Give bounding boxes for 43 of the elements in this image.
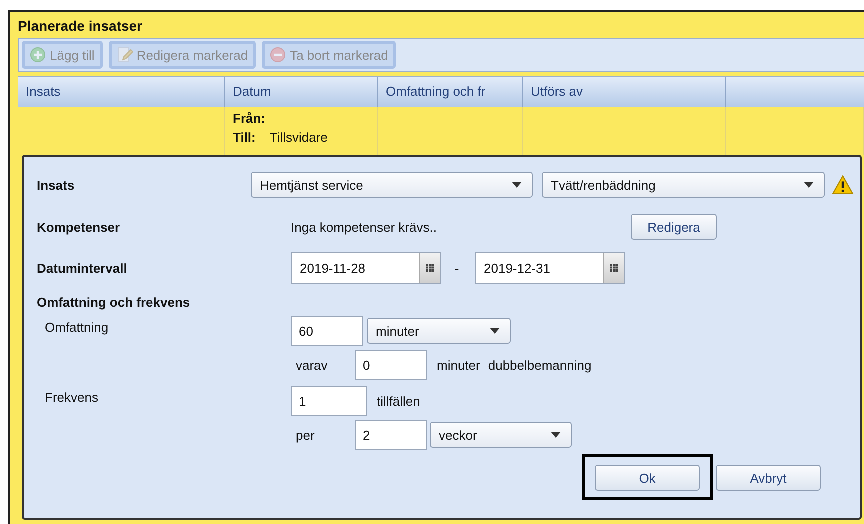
field-label: Insats xyxy=(37,178,76,192)
unit-label: minuter xyxy=(437,358,480,372)
column-header[interactable]: Insats xyxy=(18,77,225,107)
input-field[interactable]: 0 xyxy=(355,350,427,380)
field-label: Datumintervall xyxy=(37,260,128,276)
cancel-button[interactable]: Avbryt xyxy=(716,465,821,491)
caret-icon xyxy=(804,182,814,188)
column-header[interactable]: Datum xyxy=(225,77,378,107)
date-field[interactable]: 2019-12-31 xyxy=(475,252,625,284)
field-label: Kompetenser xyxy=(37,220,122,234)
edit-button[interactable]: Redigera xyxy=(631,214,717,240)
field-label: Omfattning xyxy=(44,319,110,335)
plus-icon xyxy=(30,47,46,63)
caret-icon xyxy=(490,328,500,334)
input-field[interactable]: 2 xyxy=(355,420,427,450)
input-field[interactable]: 60 xyxy=(291,316,363,346)
field-label: per xyxy=(296,428,316,442)
panel-title: Planerade insatser xyxy=(17,17,144,36)
table-cell: Tillsvidare xyxy=(270,130,328,145)
field-label: varav xyxy=(296,358,329,372)
pencil-icon xyxy=(116,47,133,63)
field-label: Frekvens xyxy=(44,389,100,405)
calendar-icon[interactable] xyxy=(419,253,440,283)
date-field[interactable]: 2019-11-28 xyxy=(291,252,441,284)
unit-label: tillfällen xyxy=(377,394,420,408)
calendar-icon[interactable] xyxy=(603,253,624,283)
table-cell: Till: xyxy=(233,130,256,145)
range-separator: - xyxy=(454,260,460,276)
dropdown[interactable]: Tvätt/renbäddning xyxy=(542,172,825,198)
dropdown[interactable]: veckor xyxy=(430,422,572,448)
table-cell-text: Från: xyxy=(233,111,266,126)
dropdown[interactable]: minuter xyxy=(367,318,511,344)
info-text: Inga kompetenser krävs.. xyxy=(291,220,438,234)
unit-label: dubbelbemanning xyxy=(488,358,592,372)
input-field[interactable]: 1 xyxy=(291,386,367,416)
caret-icon xyxy=(512,182,522,188)
caret-icon xyxy=(551,432,561,438)
column-header[interactable]: Utförs av xyxy=(523,77,726,107)
ok-button[interactable]: Ok xyxy=(595,465,700,491)
minus-icon xyxy=(270,47,286,63)
dropdown[interactable]: Hemtjänst service xyxy=(251,172,533,198)
column-header[interactable]: Omfattning och fr xyxy=(378,77,523,107)
section-heading: Omfattning och frekvens xyxy=(37,295,192,310)
